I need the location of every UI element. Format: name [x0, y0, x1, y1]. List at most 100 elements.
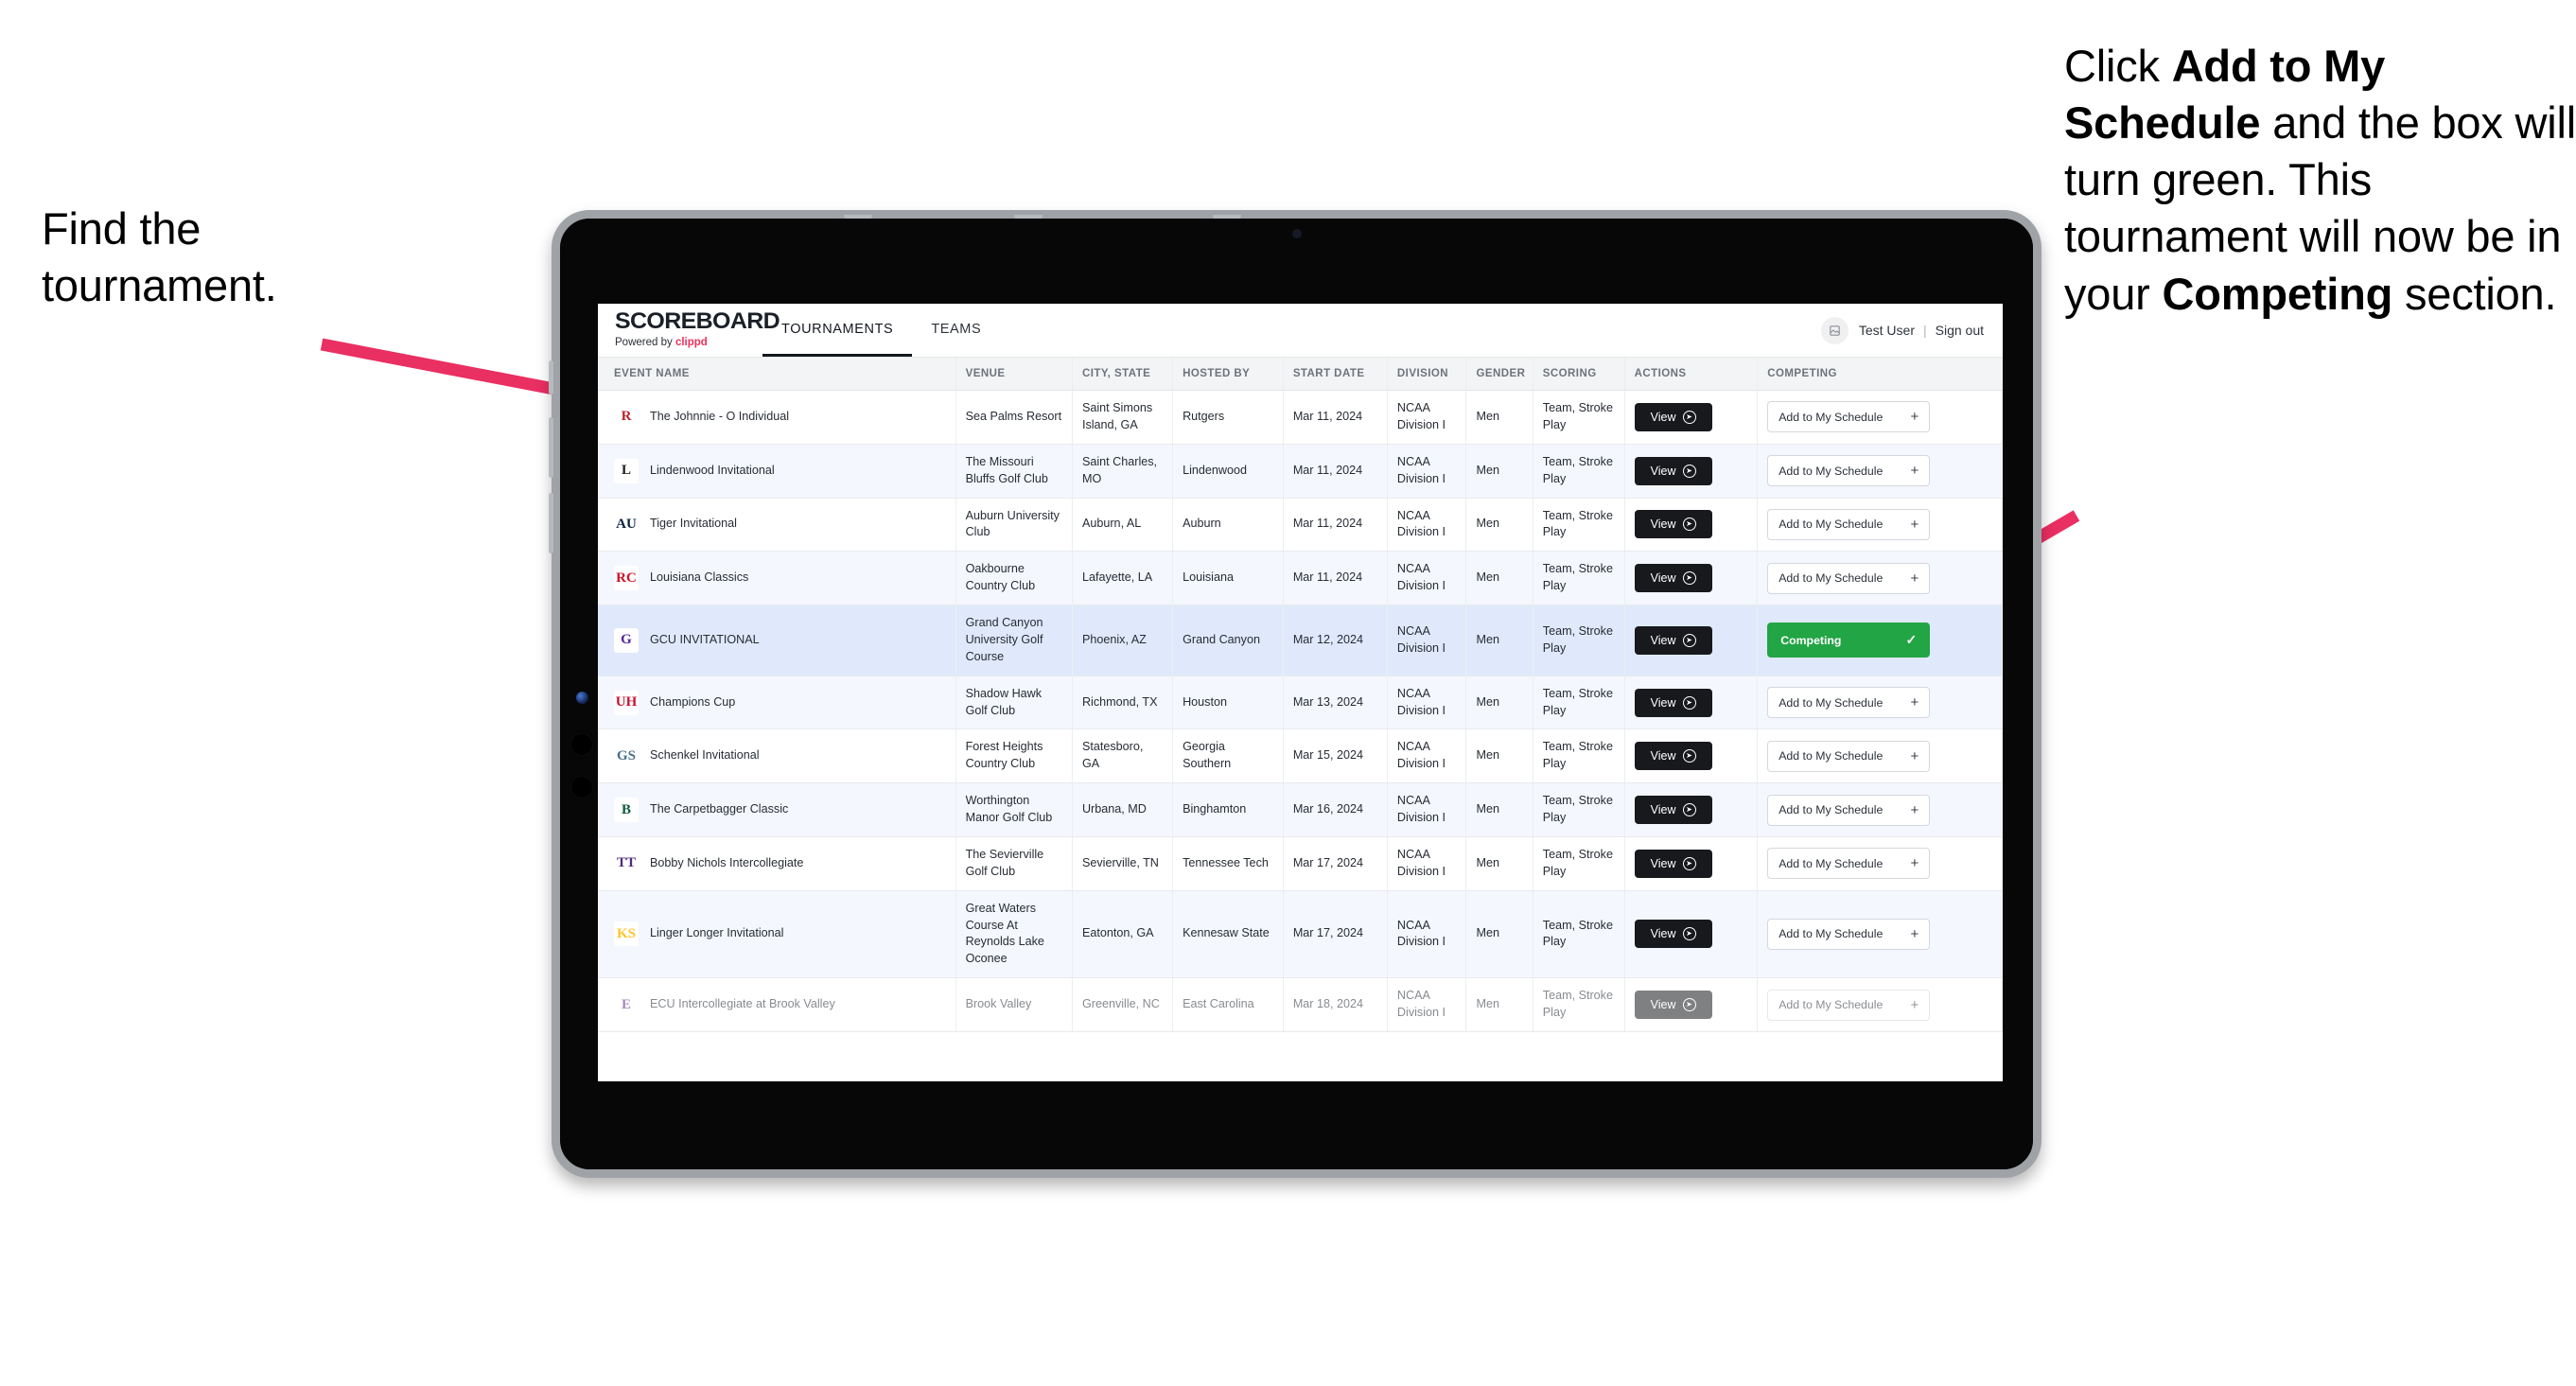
- table-column-header-scoring[interactable]: SCORING: [1533, 358, 1625, 391]
- front-camera-icon: [1291, 229, 1302, 238]
- cell-competing: Add to My Schedule +: [1757, 836, 2003, 891]
- cell-city-state: Urbana, MD: [1072, 782, 1174, 837]
- table-column-header-gender[interactable]: GENDER: [1465, 358, 1533, 391]
- view-button[interactable]: View ➤: [1634, 920, 1712, 949]
- cell-hosted-by: Louisiana: [1172, 551, 1284, 605]
- add-to-my-schedule-button[interactable]: Add to My Schedule +: [1767, 989, 1931, 1021]
- tab-teams[interactable]: TEAMS: [912, 304, 1000, 357]
- arrow-circle-icon: ➤: [1682, 518, 1696, 532]
- view-button[interactable]: View ➤: [1634, 456, 1712, 485]
- add-to-my-schedule-button[interactable]: Add to My Schedule +: [1767, 562, 1931, 594]
- cell-division: NCAA Division I: [1387, 836, 1467, 891]
- table-row[interactable]: R The Johnnie - O Individual Sea Palms Res…: [598, 390, 2003, 445]
- table-column-header-actions[interactable]: ACTIONS: [1624, 358, 1759, 391]
- arrow-circle-icon: ➤: [1682, 803, 1696, 816]
- competing-button-label: Competing: [1780, 633, 1842, 647]
- table-row[interactable]: TT Bobby Nichols Intercollegiate The Sevie…: [598, 836, 2003, 891]
- cell-competing: Add to My Schedule +: [1757, 551, 2003, 605]
- table-column-header-city-state[interactable]: CITY, STATE: [1072, 358, 1174, 391]
- table-row[interactable]: AU Tiger Invitational Auburn University Cl…: [598, 498, 2003, 553]
- table-row[interactable]: KS Linger Longer Invitational Great Waters…: [598, 890, 2003, 979]
- table-row[interactable]: E ECU Intercollegiate at Brook Valley Broo…: [598, 977, 2003, 1032]
- cell-event-name: E ECU Intercollegiate at Brook Valley: [598, 977, 956, 1032]
- event-name-cell: GS Schenkel Invitational: [607, 744, 946, 769]
- add-to-my-schedule-button[interactable]: Add to My Schedule +: [1767, 455, 1931, 487]
- user-avatar-icon[interactable]: [1820, 316, 1849, 344]
- table-column-header-division[interactable]: DIVISION: [1387, 358, 1467, 391]
- tournaments-table-container[interactable]: EVENT NAME VENUE CITY, STATE HOSTED BY START…: [598, 358, 2003, 1081]
- team-logo-icon: RC: [614, 566, 639, 591]
- view-button[interactable]: View ➤: [1634, 625, 1712, 655]
- competing-button[interactable]: Competing ✓: [1767, 623, 1931, 658]
- view-button[interactable]: View ➤: [1634, 688, 1712, 717]
- cell-division: NCAA Division I: [1387, 498, 1467, 553]
- plus-icon: +: [1910, 463, 1919, 480]
- cell-actions: View ➤: [1624, 605, 1759, 676]
- brand-logo[interactable]: SCOREBOARD Powered by clippd: [598, 304, 780, 357]
- add-to-my-schedule-button[interactable]: Add to My Schedule +: [1767, 687, 1931, 718]
- annotation-right-part-3: Competing: [2162, 268, 2393, 319]
- cell-gender: Men: [1465, 675, 1533, 730]
- tab-tournaments[interactable]: TOURNAMENTS: [762, 304, 913, 357]
- add-to-my-schedule-button[interactable]: Add to My Schedule +: [1767, 401, 1931, 433]
- event-name-cell: KS Linger Longer Invitational: [607, 921, 946, 947]
- cell-hosted-by: Grand Canyon: [1172, 605, 1284, 676]
- event-name-cell: AU Tiger Invitational: [607, 512, 946, 537]
- tablet-device-frame: SCOREBOARD Powered by clippd TOURNAMENTS…: [549, 210, 2042, 1178]
- add-to-my-schedule-label: Add to My Schedule: [1779, 803, 1884, 816]
- event-name-cell: B The Carpetbagger Classic: [607, 798, 946, 822]
- plus-icon: +: [1910, 516, 1919, 533]
- add-to-my-schedule-label: Add to My Schedule: [1779, 518, 1884, 532]
- cell-competing: Add to My Schedule +: [1757, 390, 2003, 445]
- add-to-my-schedule-label: Add to My Schedule: [1779, 927, 1884, 941]
- bezel-dot-1-icon: [571, 734, 592, 755]
- event-name-cell: L Lindenwood Invitational: [607, 458, 946, 483]
- view-button[interactable]: View ➤: [1634, 510, 1712, 539]
- view-button[interactable]: View ➤: [1634, 796, 1712, 824]
- table-row[interactable]: B The Carpetbagger Classic Worthington Man…: [598, 782, 2003, 837]
- sign-out-link[interactable]: Sign out: [1936, 323, 1984, 338]
- cell-gender: Men: [1465, 836, 1533, 891]
- screenshot-root: Find the tournament. Click Add to My Sch…: [0, 0, 2576, 1386]
- add-to-my-schedule-button[interactable]: Add to My Schedule +: [1767, 918, 1931, 950]
- view-button[interactable]: View ➤: [1634, 742, 1712, 771]
- cell-start-date: Mar 11, 2024: [1283, 390, 1388, 445]
- table-row[interactable]: UH Champions Cup Shadow Hawk Golf Club Rich…: [598, 675, 2003, 730]
- add-to-my-schedule-button[interactable]: Add to My Schedule +: [1767, 508, 1931, 540]
- view-button[interactable]: View ➤: [1634, 849, 1712, 878]
- view-button[interactable]: View ➤: [1634, 402, 1712, 431]
- table-column-header-competing[interactable]: COMPETING: [1757, 358, 2003, 391]
- cell-scoring: Team, Stroke Play: [1533, 836, 1625, 891]
- view-button-label: View: [1650, 633, 1676, 647]
- cell-hosted-by: Lindenwood: [1172, 444, 1284, 499]
- tablet-bezel: SCOREBOARD Powered by clippd TOURNAMENTS…: [560, 219, 2033, 1169]
- table-column-header-venue[interactable]: VENUE: [955, 358, 1073, 391]
- cell-competing: Competing ✓: [1757, 605, 2003, 676]
- event-name-label: Lindenwood Invitational: [650, 463, 775, 477]
- cell-gender: Men: [1465, 782, 1533, 837]
- tablet-side-button-1[interactable]: [549, 360, 553, 395]
- event-name-label: Louisiana Classics: [650, 570, 749, 585]
- add-to-my-schedule-button[interactable]: Add to My Schedule +: [1767, 740, 1931, 772]
- tablet-volume-down-button[interactable]: [549, 493, 553, 553]
- cell-city-state: Auburn, AL: [1072, 498, 1174, 553]
- table-column-header-start-date[interactable]: START DATE: [1283, 358, 1388, 391]
- arrow-circle-icon: ➤: [1682, 633, 1696, 647]
- brand-powered-prefix: Powered by: [615, 337, 675, 348]
- cell-division: NCAA Division I: [1387, 977, 1467, 1032]
- add-to-my-schedule-label: Add to My Schedule: [1779, 856, 1884, 870]
- table-column-header-hosted-by[interactable]: HOSTED BY: [1172, 358, 1284, 391]
- add-to-my-schedule-button[interactable]: Add to My Schedule +: [1767, 794, 1931, 826]
- cell-competing: Add to My Schedule +: [1757, 782, 2003, 837]
- table-row[interactable]: RC Louisiana Classics Oakbourne Country Cl…: [598, 551, 2003, 605]
- cell-start-date: Mar 16, 2024: [1283, 782, 1388, 837]
- table-row[interactable]: GS Schenkel Invitational Forest Heights Co…: [598, 728, 2003, 784]
- table-row[interactable]: G GCU INVITATIONAL Grand Canyon University…: [598, 605, 2003, 676]
- table-column-header-event-name[interactable]: EVENT NAME: [598, 358, 956, 391]
- view-button[interactable]: View ➤: [1634, 991, 1712, 1019]
- view-button[interactable]: View ➤: [1634, 564, 1712, 593]
- team-logo-icon: TT: [614, 851, 639, 876]
- add-to-my-schedule-button[interactable]: Add to My Schedule +: [1767, 848, 1931, 880]
- tablet-volume-up-button[interactable]: [549, 417, 553, 478]
- table-row[interactable]: L Lindenwood Invitational The Missouri Blu…: [598, 444, 2003, 499]
